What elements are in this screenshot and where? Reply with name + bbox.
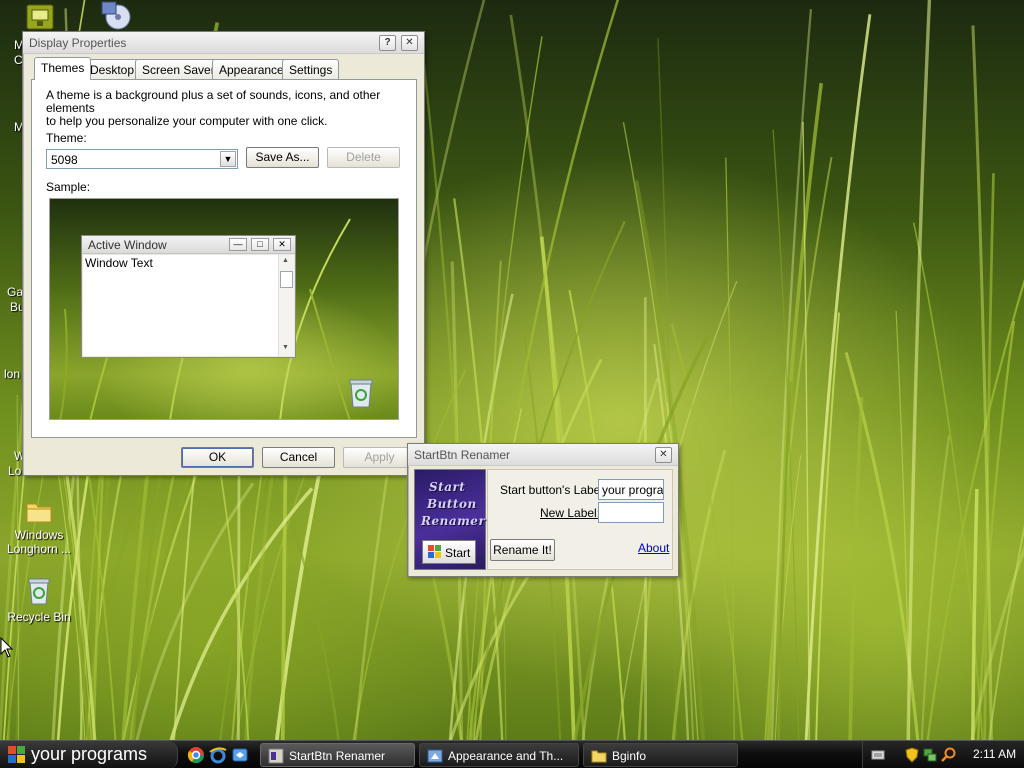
desktop-icon-label-partial: Ga — [7, 285, 24, 299]
minimize-icon: — — [229, 238, 247, 251]
renamer-titlebar[interactable]: StartBtn Renamer ✕ — [408, 444, 678, 466]
start-button[interactable]: your programs — [0, 741, 178, 768]
tab-themes[interactable]: Themes — [34, 57, 92, 80]
folder-icon — [591, 750, 607, 763]
taskbar-item-bginfo[interactable]: Bginfo — [583, 743, 738, 767]
explorer-icon[interactable] — [231, 746, 249, 764]
start-preview-label: Start — [445, 546, 471, 560]
description-line: to help you personalize your computer wi… — [46, 114, 328, 128]
desktop-icon-label: Windows — [14, 528, 64, 542]
taskbar-item-label: StartBtn Renamer — [289, 749, 386, 763]
sample-window-title: Active Window — [88, 238, 167, 252]
network-tray-icon[interactable] — [923, 747, 937, 763]
windows-logo-icon — [8, 746, 25, 763]
window-title: StartBtn Renamer — [414, 448, 511, 462]
cancel-button[interactable]: Cancel — [262, 447, 335, 468]
sample-active-window: Active Window — □ ✕ Window Text ▲ ▼ — [81, 235, 296, 358]
about-link[interactable]: About — [638, 541, 669, 555]
description-line: A theme is a background plus a set of so… — [46, 88, 381, 115]
tab-screen-saver[interactable]: Screen Saver — [135, 59, 222, 79]
recycle-bin-icon — [28, 578, 50, 605]
taskbar-item-appearance-and-themes[interactable]: Appearance and Th... — [419, 743, 579, 767]
taskbar-item-startbtn-renamer[interactable]: StartBtn Renamer — [260, 743, 415, 767]
desktop-icon-label-partial: lon — [4, 367, 21, 381]
rename-it-button[interactable]: Rename It! — [490, 539, 555, 561]
system-tray: 2:11 AM — [862, 741, 1024, 768]
theme-select[interactable]: 5098 ▼ — [46, 149, 238, 169]
display-properties-titlebar[interactable]: Display Properties ? ✕ — [23, 32, 424, 54]
grass-blade — [906, 0, 932, 740]
desktop-icon-top-2[interactable] — [100, 0, 134, 33]
new-label-input[interactable] — [598, 502, 664, 523]
folder-icon — [26, 503, 52, 523]
grass-blade — [971, 488, 979, 740]
desktop-icon-recycle-bin[interactable]: Recycle Bin — [0, 576, 78, 624]
sample-window-titlebar: Active Window — □ ✕ — [82, 236, 295, 254]
tab-desktop[interactable]: Desktop — [83, 59, 142, 79]
start-preview-button[interactable]: Start — [422, 540, 476, 564]
network-icon — [26, 4, 54, 30]
theme-description: A theme is a background plus a set of so… — [46, 89, 406, 128]
window-title: Display Properties — [29, 36, 127, 50]
save-as-button[interactable]: Save As... — [246, 147, 319, 168]
ok-button[interactable]: OK — [181, 447, 254, 468]
sample-window-body: Window Text ▲ ▼ — [83, 255, 294, 356]
grass-blade — [920, 435, 951, 740]
delete-button[interactable]: Delete — [327, 147, 400, 168]
close-icon: ✕ — [273, 238, 291, 251]
theme-label: Theme: — [46, 131, 87, 145]
control-panel-icon — [427, 749, 443, 763]
grass-blade — [848, 397, 864, 740]
sample-window-text: Window Text — [85, 256, 153, 270]
chevron-down-icon[interactable]: ▼ — [220, 151, 236, 167]
close-button[interactable]: ✕ — [655, 447, 672, 463]
scroll-up-icon: ▲ — [282, 257, 289, 264]
new-label-caption: New Label: — [540, 506, 601, 520]
taskbar-item-label: Appearance and Th... — [448, 749, 564, 763]
current-label-field[interactable]: your programs — [598, 479, 664, 500]
chrome-icon[interactable] — [187, 746, 205, 764]
grass-blade — [169, 487, 314, 740]
tab-settings[interactable]: Settings — [282, 59, 340, 79]
tab-appearance[interactable]: Appearance — [212, 59, 291, 79]
logo-text: Renamer — [421, 514, 486, 528]
taskbar-clock: 2:11 AM — [973, 747, 1017, 761]
scroll-thumb — [280, 271, 293, 288]
grass-blade — [622, 122, 699, 740]
logo-text: Button — [427, 497, 477, 511]
desktop-icon-label: Recycle Bin — [7, 610, 71, 624]
taskbar-item-label: Bginfo — [612, 749, 647, 763]
help-button[interactable]: ? — [379, 35, 396, 51]
media-cd-icon — [101, 1, 131, 30]
sample-scrollbar: ▲ ▼ — [278, 255, 294, 356]
start-button-label: your programs — [31, 744, 148, 764]
theme-select-value: 5098 — [51, 153, 78, 167]
apply-button[interactable]: Apply — [343, 447, 416, 468]
search-icon[interactable] — [941, 747, 957, 763]
grass-blade — [509, 14, 586, 740]
desktop-icon-label-partial: Lo — [8, 464, 22, 478]
current-label-caption: Start button's Label: — [500, 483, 607, 497]
mouse-cursor-icon — [0, 637, 14, 658]
close-button[interactable]: ✕ — [401, 35, 418, 51]
logo-text: Start — [429, 480, 466, 494]
desktop-icon-windows-longhorn[interactable]: Windows Longhorn ... — [0, 498, 78, 556]
maximize-icon: □ — [251, 238, 269, 251]
ie-icon[interactable] — [209, 746, 227, 764]
sample-label: Sample: — [46, 180, 91, 194]
desktop-icon-top-1[interactable] — [26, 4, 54, 33]
scroll-down-icon: ▼ — [282, 344, 289, 351]
keyboard-icon[interactable] — [871, 749, 885, 761]
windows-logo-icon — [428, 545, 441, 558]
desktop-icon-label: Longhorn ... — [6, 542, 72, 556]
recycle-bin-icon — [349, 379, 373, 408]
security-shield-icon[interactable] — [905, 747, 919, 763]
app-window-icon — [268, 748, 284, 764]
taskbar: your programs StartBtn Renamer Appearanc… — [0, 740, 1024, 768]
